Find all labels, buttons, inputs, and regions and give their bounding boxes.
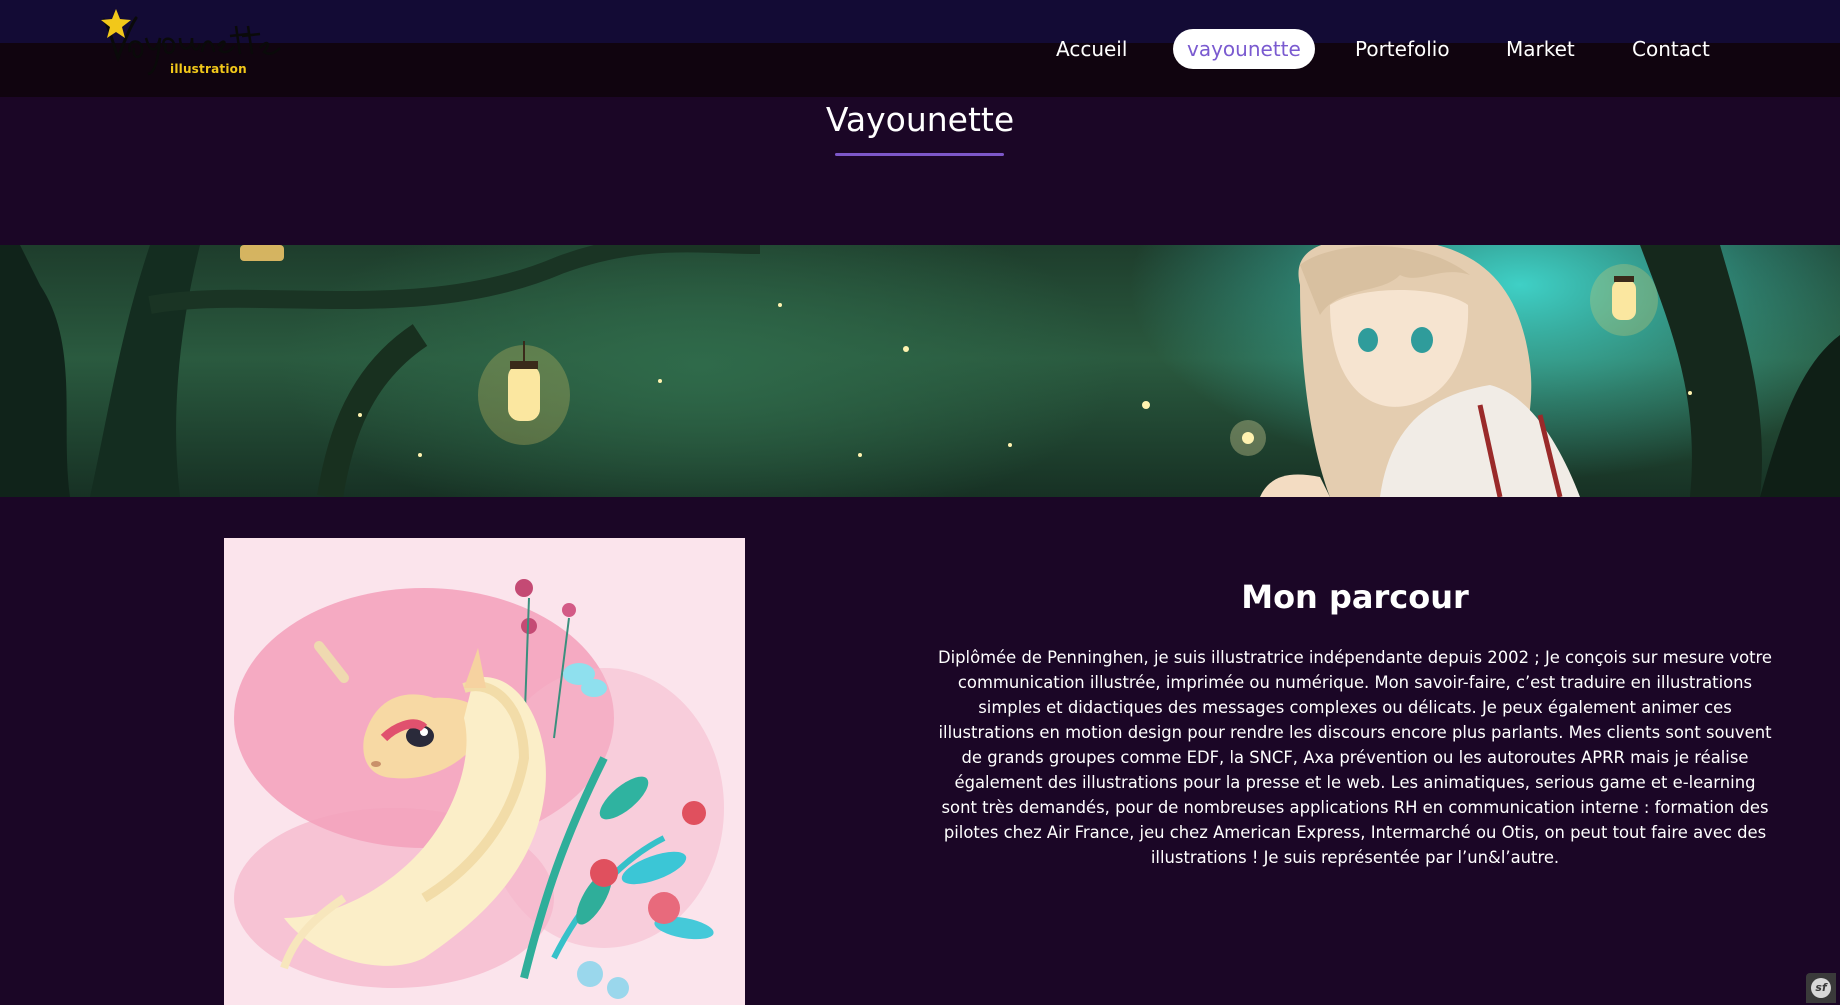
star-icon <box>101 9 131 38</box>
site-header: illustration Accueil vayounette Portefol… <box>0 0 1840 97</box>
lantern-left <box>478 341 570 445</box>
lantern-right <box>1590 264 1658 336</box>
nav-link-accueil[interactable]: Accueil <box>1056 29 1127 69</box>
unicorn-illustration <box>234 579 724 999</box>
page: illustration Accueil vayounette Portefol… <box>0 0 1840 1005</box>
unicorn-artwork-image <box>224 538 745 1005</box>
nav-link-portefolio[interactable]: Portefolio <box>1355 29 1450 69</box>
nav-link-market[interactable]: Market <box>1506 29 1575 69</box>
section-heading: Mon parcour <box>1241 578 1469 616</box>
anime-girl-figure <box>1260 245 1580 497</box>
banner-forest-illustration <box>0 245 1840 497</box>
logo-subtitle: illustration <box>170 62 247 76</box>
symfony-debug-toggle[interactable]: sf <box>1806 973 1836 1003</box>
nav-link-vayounette[interactable]: vayounette <box>1173 29 1315 69</box>
title-underline <box>835 153 1004 156</box>
symfony-icon: sf <box>1811 978 1831 998</box>
section-body-text: Diplômée de Penninghen, je suis illustra… <box>937 648 1773 867</box>
page-title: Vayounette <box>825 100 1015 139</box>
nav-link-contact[interactable]: Contact <box>1632 29 1710 69</box>
hero-banner-image <box>0 245 1840 497</box>
site-logo[interactable]: illustration <box>100 8 310 84</box>
